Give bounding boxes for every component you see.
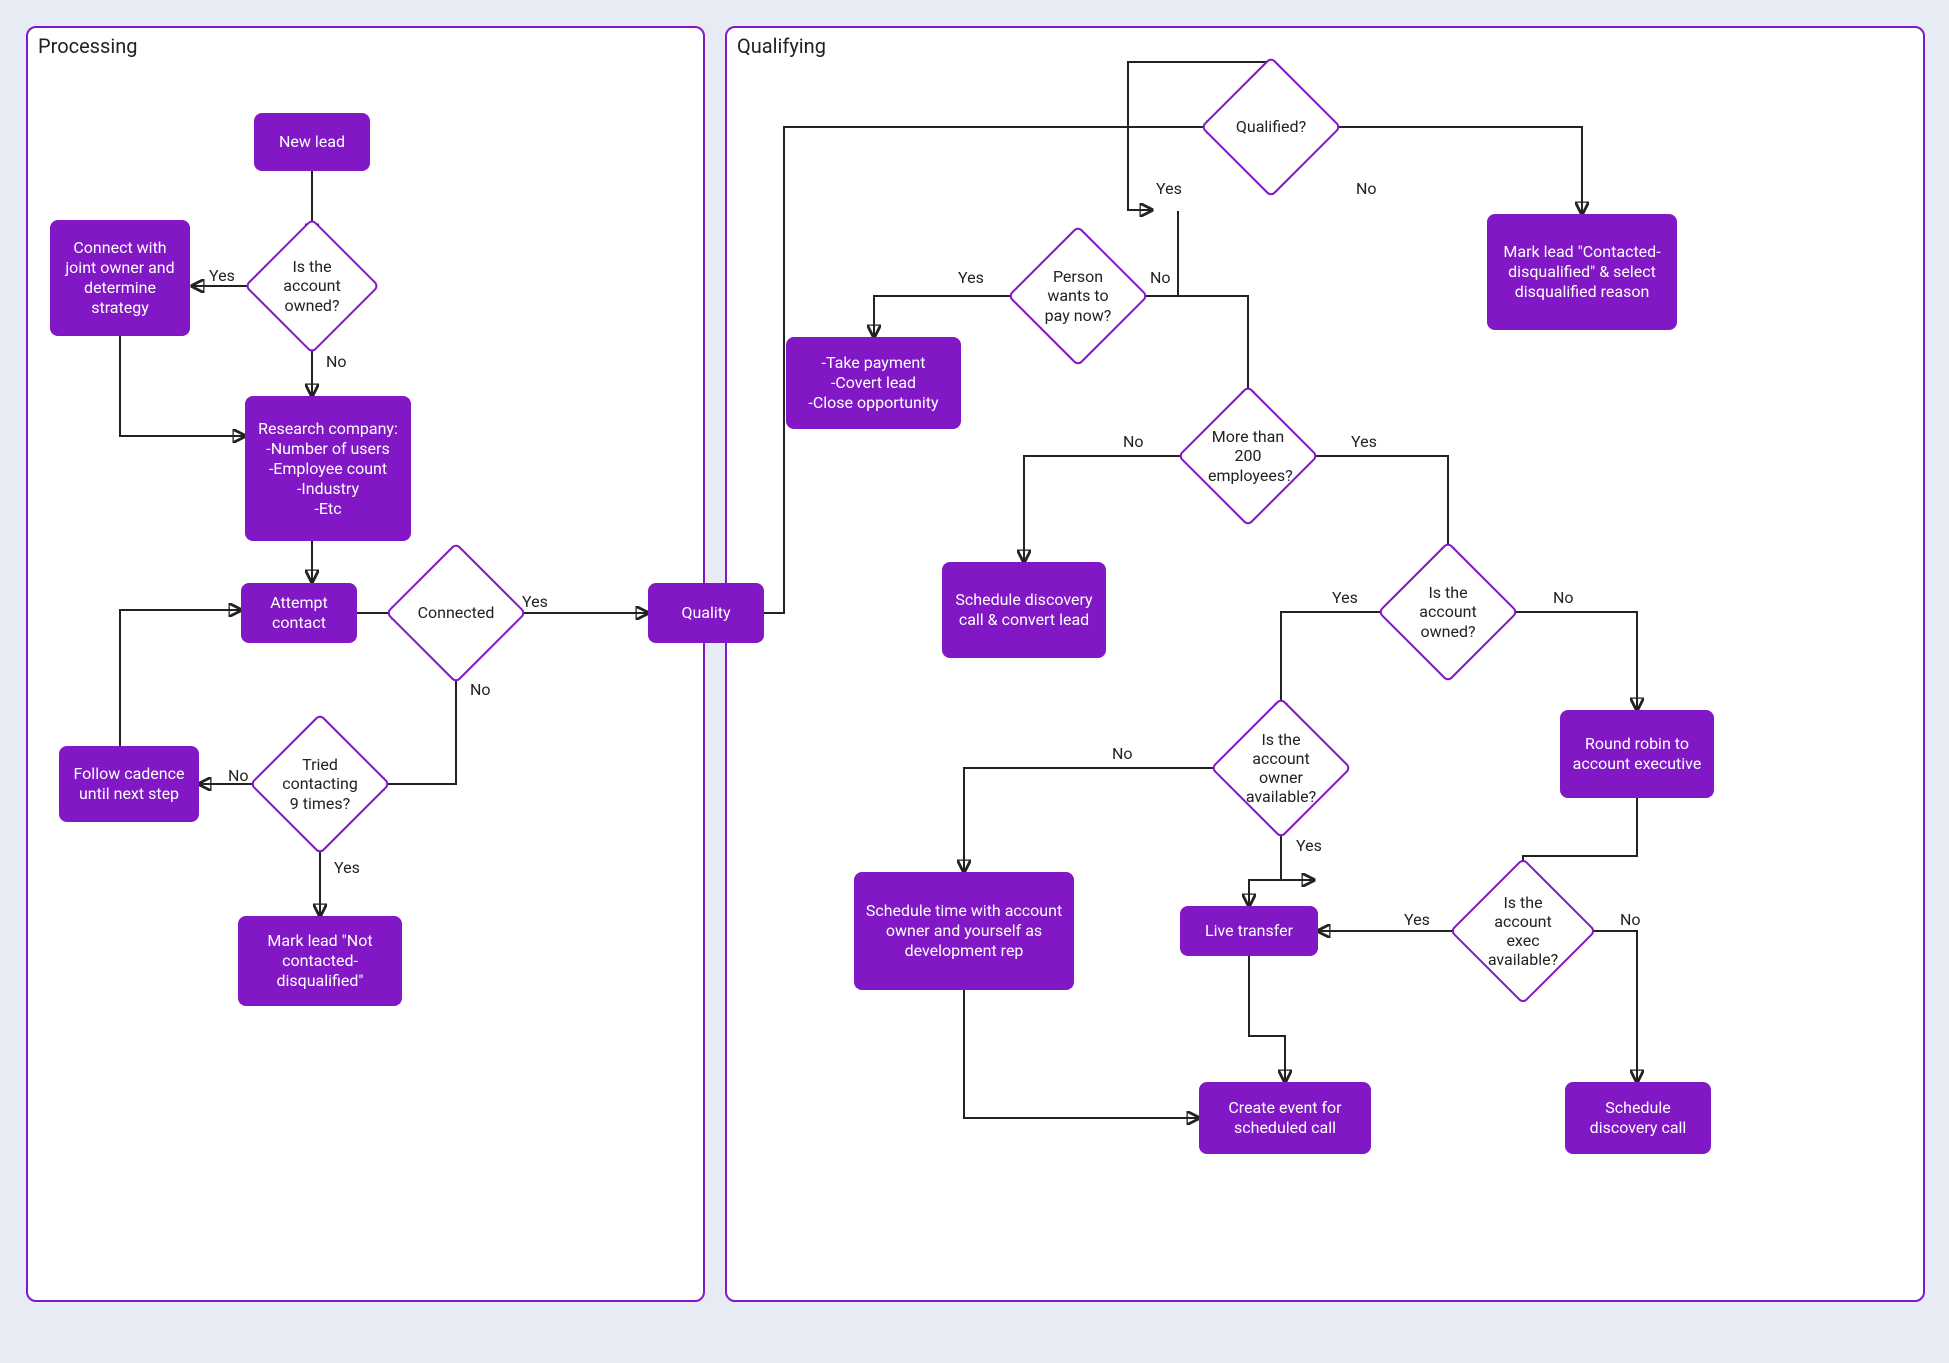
label-l_owned_yes: Yes [209,266,235,285]
label-l_tried_no: No [228,766,249,785]
node-execAvail[interactable]: Is the account exec available? [1471,879,1575,983]
node-scheduleWith[interactable]: Schedule time with account owner and you… [854,872,1074,990]
node-scheduleDisc-label: Schedule discovery call [1571,1098,1705,1138]
node-moreThan200[interactable]: More than 200 employees? [1198,406,1298,506]
node-connected[interactable]: Connected [406,563,506,663]
label-l_acct2_yes: Yes [1332,588,1358,607]
node-roundRobin[interactable]: Round robin to account executive [1560,710,1714,798]
node-accountOwned-label: Is the account owned? [274,257,351,315]
node-followCad-label: Follow cadence until next step [65,764,193,804]
node-qualified[interactable]: Qualified? [1221,77,1321,177]
label-l_conn_no: No [470,680,491,699]
node-ownerAvail-label: Is the account owner available? [1241,730,1321,807]
node-createEvent[interactable]: Create event for scheduled call [1199,1082,1371,1154]
node-attempt[interactable]: Attempt contact [241,583,357,643]
node-scheduleWith-label: Schedule time with account owner and you… [860,901,1068,961]
node-takePayment-label: -Take payment -Covert lead -Close opport… [808,353,938,413]
node-roundRobin-label: Round robin to account executive [1566,734,1708,774]
label-l_owner_yes: Yes [1296,836,1322,855]
label-l_tried_yes: Yes [334,858,360,877]
label-l_owner_no: No [1112,744,1133,763]
node-markNotCont[interactable]: Mark lead "Not contacted-disqualified" [238,916,402,1006]
node-markDisq-label: Mark lead "Contacted-disqualified" & sel… [1493,242,1671,302]
node-newLead[interactable]: New lead [254,113,370,171]
node-research-label: Research company: -Number of users -Empl… [258,419,398,519]
node-scheduleDisc[interactable]: Schedule discovery call [1565,1082,1711,1154]
node-scheduleDisc200-label: Schedule discovery call & convert lead [948,590,1100,630]
node-connectOwner[interactable]: Connect with joint owner and determine s… [50,220,190,336]
node-acctOwned2-label: Is the account owned? [1408,583,1488,641]
node-ownerAvail[interactable]: Is the account owner available? [1231,718,1331,818]
label-l_qual_yes: Yes [1156,179,1182,198]
label-l_exec_no: No [1620,910,1641,929]
label-l_qual_no: No [1356,179,1377,198]
node-markNotCont-label: Mark lead "Not contacted-disqualified" [244,931,396,991]
label-l_owned_no: No [326,352,347,371]
node-followCad[interactable]: Follow cadence until next step [59,746,199,822]
label-l_conn_yes: Yes [522,592,548,611]
label-l_pay_yes: Yes [958,268,984,287]
node-markDisq[interactable]: Mark lead "Contacted-disqualified" & sel… [1487,214,1677,330]
node-newLead-label: New lead [279,132,345,152]
node-connected-label: Connected [418,603,495,622]
node-tried9[interactable]: Tried contacting 9 times? [270,734,370,834]
node-qualified-label: Qualified? [1236,117,1306,136]
label-l_200_yes: Yes [1351,432,1377,451]
node-moreThan200-label: More than 200 employees? [1208,427,1288,485]
label-l_acct2_no: No [1553,588,1574,607]
node-quality-label: Quality [681,603,730,623]
node-attempt-label: Attempt contact [247,593,351,633]
lane-processing: Processing [26,26,705,1302]
label-l_pay_no: No [1150,268,1171,287]
node-takePayment[interactable]: -Take payment -Covert lead -Close opport… [786,337,961,429]
node-connectOwner-label: Connect with joint owner and determine s… [56,238,184,318]
label-l_200_no: No [1123,432,1144,451]
node-research[interactable]: Research company: -Number of users -Empl… [245,396,411,541]
node-tried9-label: Tried contacting 9 times? [280,755,360,813]
node-scheduleDisc200[interactable]: Schedule discovery call & convert lead [942,562,1106,658]
lane-processing-title: Processing [38,34,137,58]
label-l_exec_yes: Yes [1404,910,1430,929]
node-payNow[interactable]: Person wants to pay now? [1028,246,1128,346]
node-liveTransfer-label: Live transfer [1205,921,1293,941]
node-createEvent-label: Create event for scheduled call [1205,1098,1365,1138]
node-acctOwned2[interactable]: Is the account owned? [1398,562,1498,662]
lane-qualifying-title: Qualifying [737,34,826,58]
node-liveTransfer[interactable]: Live transfer [1180,906,1318,956]
node-accountOwned[interactable]: Is the account owned? [264,238,360,334]
node-quality[interactable]: Quality [648,583,764,643]
node-execAvail-label: Is the account exec available? [1481,893,1564,970]
node-payNow-label: Person wants to pay now? [1038,267,1118,325]
